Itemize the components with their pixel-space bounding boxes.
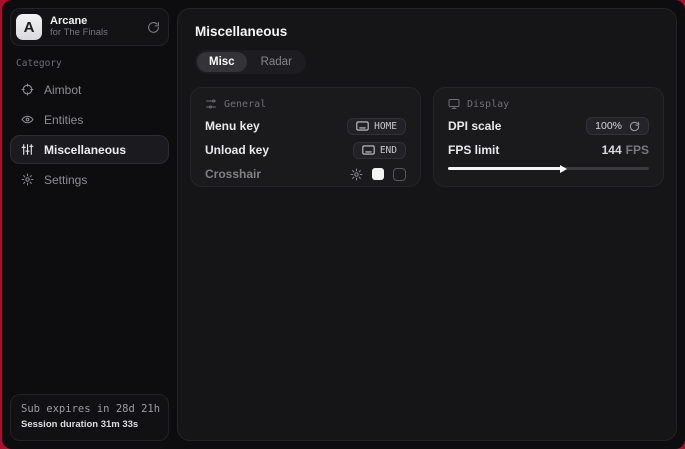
sidebar: A Arcane for The Finals Category Aimbot bbox=[2, 0, 177, 449]
general-card-header: General bbox=[205, 98, 406, 110]
menu-key-value: HOME bbox=[374, 121, 397, 132]
sidebar-item-entities[interactable]: Entities bbox=[10, 105, 169, 134]
dpi-scale-control[interactable]: 100% bbox=[586, 117, 649, 135]
display-card-title: Display bbox=[467, 99, 509, 110]
fps-slider-thumb[interactable] bbox=[560, 165, 567, 173]
crosshair-checkbox[interactable] bbox=[393, 168, 406, 181]
fps-limit-slider[interactable] bbox=[448, 167, 649, 170]
monitor-icon bbox=[448, 98, 460, 110]
unload-key-value: END bbox=[380, 145, 397, 156]
sidebar-item-label: Miscellaneous bbox=[44, 143, 126, 157]
gear-icon bbox=[21, 173, 34, 186]
page-title: Miscellaneous bbox=[195, 24, 664, 39]
sliders-horizontal-icon bbox=[205, 98, 217, 110]
tab-bar: Misc Radar bbox=[195, 50, 306, 74]
app-meta: Arcane for The Finals bbox=[50, 15, 108, 39]
sidebar-item-label: Settings bbox=[44, 173, 87, 187]
app-window: A Arcane for The Finals Category Aimbot bbox=[2, 0, 685, 449]
category-label: Category bbox=[16, 58, 163, 69]
cards-row: General Menu key HOME Unload key bbox=[190, 87, 664, 187]
fps-limit-row: FPS limit 144 FPS bbox=[448, 142, 649, 158]
refresh-icon[interactable] bbox=[629, 121, 640, 132]
session-duration-text: Session duration 31m 33s bbox=[21, 418, 158, 432]
menu-key-bind[interactable]: HOME bbox=[347, 118, 406, 135]
tab-radar[interactable]: Radar bbox=[249, 52, 304, 72]
dpi-scale-value: 100% bbox=[595, 120, 622, 132]
gear-icon[interactable] bbox=[350, 168, 363, 181]
fps-slider-fill bbox=[448, 167, 561, 170]
sidebar-item-settings[interactable]: Settings bbox=[10, 165, 169, 194]
crosshair-color-swatch[interactable] bbox=[372, 168, 384, 180]
sidebar-item-aimbot[interactable]: Aimbot bbox=[10, 75, 169, 104]
menu-key-label: Menu key bbox=[205, 119, 260, 133]
unload-key-label: Unload key bbox=[205, 143, 269, 157]
sliders-icon bbox=[21, 143, 34, 156]
eye-icon bbox=[21, 113, 34, 126]
fps-limit-value: 144 FPS bbox=[602, 143, 649, 157]
sidebar-item-label: Aimbot bbox=[44, 83, 81, 97]
fps-unit: FPS bbox=[626, 143, 649, 157]
app-header: A Arcane for The Finals bbox=[10, 8, 169, 46]
general-card: General Menu key HOME Unload key bbox=[190, 87, 421, 187]
app-subtitle: for The Finals bbox=[50, 28, 108, 39]
sidebar-item-label: Entities bbox=[44, 113, 83, 127]
general-card-title: General bbox=[224, 99, 266, 110]
app-logo: A bbox=[16, 14, 42, 40]
fps-limit-label: FPS limit bbox=[448, 143, 499, 157]
sidebar-item-miscellaneous[interactable]: Miscellaneous bbox=[10, 135, 169, 164]
fps-number: 144 bbox=[602, 143, 622, 157]
app-name: Arcane bbox=[50, 15, 108, 28]
sub-expiry-text: Sub expires in 28d 21h bbox=[21, 402, 158, 418]
refresh-icon[interactable] bbox=[147, 21, 160, 34]
keyboard-icon bbox=[362, 145, 375, 155]
unload-key-row: Unload key END bbox=[205, 142, 406, 158]
display-card-header: Display bbox=[448, 98, 649, 110]
tab-misc[interactable]: Misc bbox=[197, 52, 247, 72]
sidebar-nav: Aimbot Entities Miscellaneous bbox=[10, 75, 169, 195]
crosshair-row: Crosshair bbox=[205, 166, 406, 182]
dpi-scale-row: DPI scale 100% bbox=[448, 118, 649, 134]
unload-key-bind[interactable]: END bbox=[353, 142, 406, 159]
subscription-info: Sub expires in 28d 21h Session duration … bbox=[10, 394, 169, 441]
keyboard-icon bbox=[356, 121, 369, 131]
display-card: Display DPI scale 100% FPS limit bbox=[433, 87, 664, 187]
main-panel: Miscellaneous Misc Radar General Menu ke… bbox=[177, 8, 677, 441]
menu-key-row: Menu key HOME bbox=[205, 118, 406, 134]
crosshair-icon bbox=[21, 83, 34, 96]
crosshair-label: Crosshair bbox=[205, 167, 261, 181]
dpi-scale-label: DPI scale bbox=[448, 119, 501, 133]
crosshair-controls bbox=[350, 168, 406, 181]
